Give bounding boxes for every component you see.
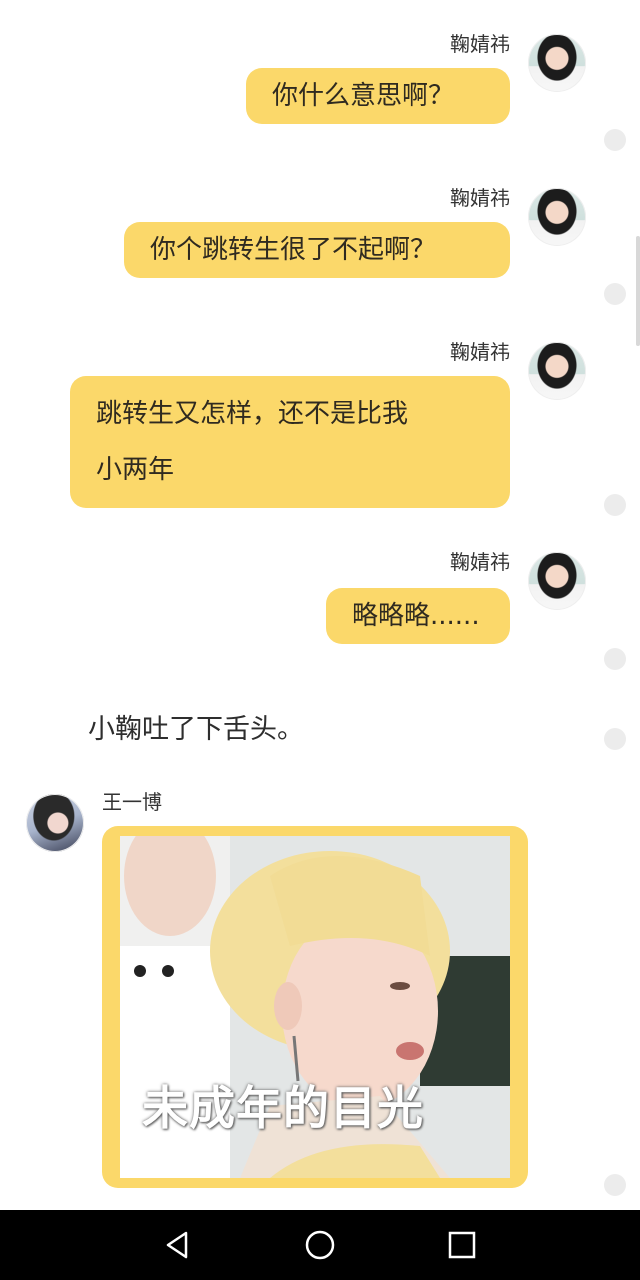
- message-bubble[interactable]: 你个跳转生很了不起啊？: [124, 222, 510, 278]
- recents-icon[interactable]: [445, 1228, 479, 1262]
- message-line: 小两年: [96, 455, 175, 485]
- select-dot[interactable]: [604, 728, 626, 750]
- select-dot[interactable]: [604, 283, 626, 305]
- home-icon[interactable]: [303, 1228, 337, 1262]
- sender-name: 鞠婧祎: [450, 186, 510, 210]
- scrollbar[interactable]: [636, 236, 640, 346]
- message-bubble[interactable]: 略略略......: [326, 588, 510, 644]
- sticker-caption: 未成年的目光: [142, 1081, 424, 1135]
- sender-avatar[interactable]: [26, 794, 84, 852]
- image-message-bubble[interactable]: 未成年的目光: [102, 826, 528, 1188]
- sender-name: 鞠婧祎: [450, 340, 510, 364]
- back-icon[interactable]: [160, 1228, 194, 1262]
- system-navigation-bar: [0, 1210, 640, 1280]
- select-dot[interactable]: [604, 648, 626, 670]
- sender-avatar[interactable]: [528, 552, 586, 610]
- sender-name: 鞠婧祎: [450, 550, 510, 574]
- sender-name: 王一博: [102, 790, 162, 814]
- sender-avatar[interactable]: [528, 188, 586, 246]
- select-dot[interactable]: [604, 1174, 626, 1196]
- sender-name: 鞠婧祎: [450, 32, 510, 56]
- select-dot[interactable]: [604, 129, 626, 151]
- sender-avatar[interactable]: [528, 342, 586, 400]
- sticker-image[interactable]: 未成年的目光: [120, 836, 510, 1178]
- narration-text: 小鞠吐了下舌头。: [88, 714, 304, 745]
- message-bubble[interactable]: 你什么意思啊？: [246, 68, 510, 124]
- sender-avatar[interactable]: [528, 34, 586, 92]
- message-bubble[interactable]: 跳转生又怎样，还不是比我 小两年: [70, 376, 510, 508]
- select-dot[interactable]: [604, 494, 626, 516]
- message-line: 跳转生又怎样，还不是比我: [96, 399, 409, 429]
